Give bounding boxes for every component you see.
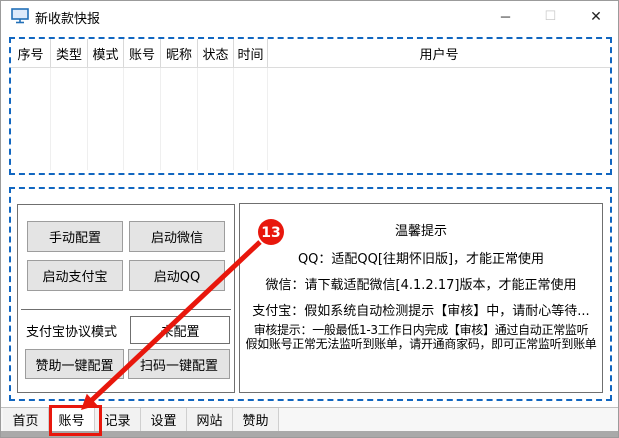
body-column-line — [267, 68, 268, 170]
column-header[interactable]: 模式 — [88, 39, 124, 67]
body-column-line — [87, 68, 88, 170]
tab-home[interactable]: 首页 — [3, 408, 49, 431]
window-bottom-strip — [1, 431, 618, 438]
start-wechat-button[interactable]: 启动微信 — [129, 221, 225, 252]
sponsor-config-button[interactable]: 赞助一键配置 — [25, 349, 124, 379]
table-header: 序号类型模式账号昵称状态时间用户号 — [11, 39, 610, 68]
start-alipay-button[interactable]: 启动支付宝 — [27, 260, 123, 291]
alipay-protocol-label: 支付宝协议模式 — [26, 321, 117, 340]
tab-records[interactable]: 记录 — [95, 408, 141, 431]
minimize-button[interactable]: ─ — [483, 1, 528, 31]
alipay-protocol-status[interactable]: 未配置 — [130, 316, 230, 344]
tips-line-review2: 假如账号正常无法监听到账单，请开通商家码，即可正常监听到账单 — [240, 335, 602, 352]
body-column-line — [160, 68, 161, 170]
column-header[interactable]: 序号 — [11, 39, 51, 67]
tips-group: 温馨提示 QQ：适配QQ[往期怀旧版]，才能正常使用 微信：请下载适配微信[4.… — [239, 203, 603, 393]
titlebar: 新收款快报 ─ ☐ ✕ — [1, 1, 618, 31]
account-list-panel: 序号类型模式账号昵称状态时间用户号 — [9, 37, 612, 175]
column-header[interactable]: 时间 — [234, 39, 268, 67]
tips-line-wechat: 微信：请下载适配微信[4.1.2.17]版本，才能正常使用 — [240, 274, 602, 293]
start-qq-button[interactable]: 启动QQ — [129, 260, 225, 291]
manual-config-button[interactable]: 手动配置 — [27, 221, 123, 252]
scan-config-button[interactable]: 扫码一键配置 — [128, 349, 230, 379]
window-title: 新收款快报 — [35, 8, 100, 27]
group-divider — [21, 309, 231, 310]
body-column-line — [233, 68, 234, 170]
tab-sponsor[interactable]: 赞助 — [233, 408, 279, 431]
column-header[interactable]: 账号 — [124, 39, 161, 67]
app-window: 新收款快报 ─ ☐ ✕ 序号类型模式账号昵称状态时间用户号 手动配置 启动微信 … — [0, 0, 619, 438]
tab-website[interactable]: 网站 — [187, 408, 233, 431]
body-column-line — [50, 68, 51, 170]
column-header[interactable]: 状态 — [198, 39, 234, 67]
column-header[interactable]: 类型 — [51, 39, 88, 67]
tips-line-qq: QQ：适配QQ[往期怀旧版]，才能正常使用 — [240, 248, 602, 267]
bottom-tabbar: 首页账号记录设置网站赞助 — [1, 407, 618, 431]
tips-title: 温馨提示 — [240, 220, 602, 239]
tab-settings[interactable]: 设置 — [141, 408, 187, 431]
column-header[interactable]: 用户号 — [268, 39, 610, 67]
maximize-button[interactable]: ☐ — [528, 1, 573, 31]
tips-line-alipay: 支付宝：假如系统自动检测提示【审核】中，请耐心等待... — [240, 300, 602, 319]
launch-config-group: 手动配置 启动微信 启动支付宝 启动QQ 支付宝协议模式 未配置 赞助一键配置 … — [17, 204, 235, 393]
app-monitor-icon — [11, 8, 29, 24]
column-header[interactable]: 昵称 — [161, 39, 198, 67]
body-column-line — [197, 68, 198, 170]
close-button[interactable]: ✕ — [573, 1, 619, 31]
body-column-line — [123, 68, 124, 170]
tab-account[interactable]: 账号 — [49, 408, 95, 431]
